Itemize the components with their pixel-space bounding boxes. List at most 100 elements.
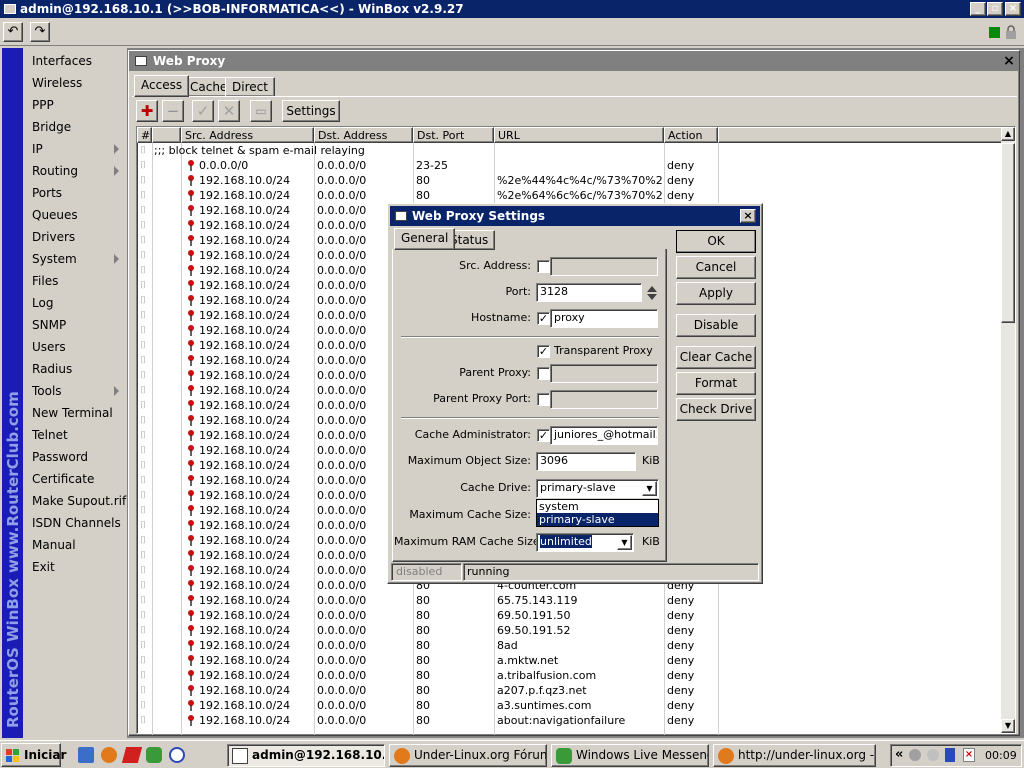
table-row[interactable]: ⌷ 192.168.10.0/24 0.0.0.0/0 80 a.tribalfusio… bbox=[137, 668, 1003, 683]
table-row[interactable]: ⌷ 192.168.10.0/24 0.0.0.0/0 80 about:navigat… bbox=[137, 713, 1003, 728]
filezilla-icon[interactable] bbox=[121, 747, 143, 763]
menu-item-manual[interactable]: Manual bbox=[23, 534, 127, 556]
parent-proxy-port-field[interactable] bbox=[550, 390, 658, 409]
hostname-field[interactable]: proxy bbox=[550, 309, 658, 328]
port-field[interactable]: 3128 bbox=[536, 283, 642, 302]
minimize-button[interactable]: _ bbox=[970, 2, 986, 16]
task-messenger[interactable]: Windows Live Messenger bbox=[551, 744, 709, 767]
menu-item-files[interactable]: Files bbox=[23, 270, 127, 292]
messenger-quick-icon[interactable] bbox=[146, 747, 162, 763]
scroll-thumb[interactable] bbox=[1001, 143, 1015, 323]
start-button[interactable]: Iniciar bbox=[1, 743, 66, 767]
media-player-icon[interactable] bbox=[169, 747, 185, 763]
enable-icon[interactable]: ✓ bbox=[192, 100, 214, 122]
app-titlebar[interactable]: admin@192.168.10.1 (>>BOB-INFORMATICA<<)… bbox=[0, 0, 1024, 18]
column-header-url[interactable]: URL bbox=[494, 127, 664, 143]
src-address-field[interactable] bbox=[550, 257, 658, 276]
tab-direct[interactable]: Direct bbox=[225, 77, 275, 97]
settings-button[interactable]: Settings bbox=[282, 100, 340, 122]
menu-item-ports[interactable]: Ports bbox=[23, 182, 127, 204]
table-row[interactable]: ⌷ 192.168.10.0/24 0.0.0.0/0 80 69.50.191.50 d… bbox=[137, 608, 1003, 623]
transparent-proxy-checkbox[interactable]: ✓ bbox=[537, 345, 550, 358]
table-row[interactable]: ⌷ 192.168.10.0/24 0.0.0.0/0 80 a.mktw.net den… bbox=[137, 653, 1003, 668]
menu-item-drivers[interactable]: Drivers bbox=[23, 226, 127, 248]
task-under-linux-http[interactable]: http://under-linux.org - ... bbox=[713, 744, 876, 767]
web-proxy-titlebar[interactable]: Web Proxy bbox=[129, 51, 1019, 71]
disable-icon[interactable]: ✕ bbox=[218, 100, 240, 122]
menu-item-certificate[interactable]: Certificate bbox=[23, 468, 127, 490]
redo-icon[interactable]: ↷ bbox=[30, 22, 50, 42]
tray-expand-icon[interactable]: « bbox=[895, 747, 903, 762]
hostname-checkbox[interactable]: ✓ bbox=[537, 312, 550, 325]
menu-item-telnet[interactable]: Telnet bbox=[23, 424, 127, 446]
menu-item-system[interactable]: System bbox=[23, 248, 127, 270]
clear-cache-button[interactable]: Clear Cache bbox=[676, 346, 756, 369]
menu-item-ppp[interactable]: PPP bbox=[23, 94, 127, 116]
tab-access[interactable]: Access bbox=[134, 75, 190, 97]
menu-item-radius[interactable]: Radius bbox=[23, 358, 127, 380]
table-row[interactable]: ⌷ 0.0.0.0/0 0.0.0.0/0 23-25 deny bbox=[137, 158, 1003, 173]
column-header-src[interactable]: Src. Address bbox=[181, 127, 314, 143]
disable-button[interactable]: Disable bbox=[676, 314, 756, 337]
dialog-tab-general[interactable]: General bbox=[394, 228, 456, 250]
dropdown-option-system[interactable]: system bbox=[537, 500, 658, 513]
dialog-close-button[interactable]: × bbox=[740, 209, 756, 223]
close-button[interactable]: × bbox=[1005, 2, 1021, 16]
menu-item-bridge[interactable]: Bridge bbox=[23, 116, 127, 138]
chevron-down-icon[interactable]: ▼ bbox=[642, 481, 657, 496]
src-address-checkbox[interactable] bbox=[537, 260, 550, 273]
ok-button[interactable]: OK bbox=[676, 230, 756, 253]
table-comment-row[interactable]: ⌷ ;;; block telnet & spam e-mail relaying bbox=[137, 143, 1003, 158]
table-row[interactable]: ⌷ 192.168.10.0/24 0.0.0.0/0 80 %2e%44%4c%4c/… bbox=[137, 173, 1003, 188]
menu-item-users[interactable]: Users bbox=[23, 336, 127, 358]
show-desktop-icon[interactable] bbox=[78, 747, 94, 763]
menu-item-wireless[interactable]: Wireless bbox=[23, 72, 127, 94]
menu-item-routing[interactable]: Routing bbox=[23, 160, 127, 182]
remove-icon[interactable]: − bbox=[162, 100, 184, 122]
column-header-number[interactable]: # bbox=[137, 127, 152, 143]
menu-item-isdn-channels[interactable]: ISDN Channels bbox=[23, 512, 127, 534]
menu-item-queues[interactable]: Queues bbox=[23, 204, 127, 226]
menu-item-interfaces[interactable]: Interfaces bbox=[23, 50, 127, 72]
tray-user-icon[interactable] bbox=[909, 749, 921, 761]
parent-proxy-checkbox[interactable] bbox=[537, 367, 550, 380]
tray-alert-icon[interactable]: × bbox=[963, 748, 975, 762]
web-proxy-close-button[interactable]: × bbox=[1001, 54, 1017, 69]
maximize-button[interactable]: ▫ bbox=[987, 2, 1003, 16]
column-header-dst[interactable]: Dst. Address bbox=[314, 127, 413, 143]
parent-proxy-field[interactable] bbox=[550, 364, 658, 383]
table-row[interactable]: ⌷ 192.168.10.0/24 0.0.0.0/0 80 a3.suntimes.c… bbox=[137, 698, 1003, 713]
ram-chevron-down-icon[interactable]: ▼ bbox=[617, 535, 632, 550]
format-drive-button[interactable]: Format Drive bbox=[676, 372, 756, 411]
add-icon[interactable]: ✚ bbox=[136, 100, 158, 122]
dropdown-option-primary-slave[interactable]: primary-slave bbox=[537, 513, 658, 526]
max-object-size-field[interactable]: 3096 bbox=[536, 452, 636, 471]
table-row[interactable]: ⌷ 192.168.10.0/24 0.0.0.0/0 80 69.50.191.52 d… bbox=[137, 623, 1003, 638]
parent-proxy-port-checkbox[interactable] bbox=[537, 393, 550, 406]
cache-admin-field[interactable]: juniores_@hotmail.co bbox=[550, 426, 658, 445]
comment-icon[interactable]: ▭ bbox=[250, 100, 272, 122]
menu-item-new-terminal[interactable]: New Terminal bbox=[23, 402, 127, 424]
task-under-linux-forum[interactable]: Under-Linux.org Fóruns ... bbox=[389, 744, 547, 767]
table-row[interactable]: ⌷ 192.168.10.0/24 0.0.0.0/0 80 8ad deny bbox=[137, 638, 1003, 653]
apply-button[interactable]: Apply bbox=[676, 282, 756, 305]
column-header-action[interactable]: Action bbox=[664, 127, 718, 143]
column-header-port[interactable]: Dst. Port bbox=[413, 127, 494, 143]
check-drive-button[interactable]: Check Drive bbox=[676, 398, 756, 421]
dialog-titlebar[interactable]: Web Proxy Settings bbox=[390, 206, 760, 226]
menu-item-snmp[interactable]: SNMP bbox=[23, 314, 127, 336]
tray-device-icon[interactable] bbox=[945, 748, 955, 762]
firefox-icon[interactable] bbox=[101, 747, 117, 763]
menu-item-exit[interactable]: Exit bbox=[23, 556, 127, 578]
menu-item-make-supout-rif[interactable]: Make Supout.rif bbox=[23, 490, 127, 512]
menu-item-log[interactable]: Log bbox=[23, 292, 127, 314]
menu-item-tools[interactable]: Tools bbox=[23, 380, 127, 402]
table-row[interactable]: ⌷ 192.168.10.0/24 0.0.0.0/0 80 65.75.143.119… bbox=[137, 593, 1003, 608]
scroll-down-icon[interactable]: ▼ bbox=[1001, 719, 1015, 733]
table-scrollbar[interactable]: ▲ ▼ bbox=[1001, 127, 1015, 733]
menu-item-ip[interactable]: IP bbox=[23, 138, 127, 160]
task-winbox[interactable]: admin@192.168.10.1 ... bbox=[227, 744, 385, 767]
scroll-up-icon[interactable]: ▲ bbox=[1001, 127, 1015, 141]
column-header-flags[interactable] bbox=[152, 127, 181, 143]
cancel-button[interactable]: Cancel bbox=[676, 256, 756, 279]
